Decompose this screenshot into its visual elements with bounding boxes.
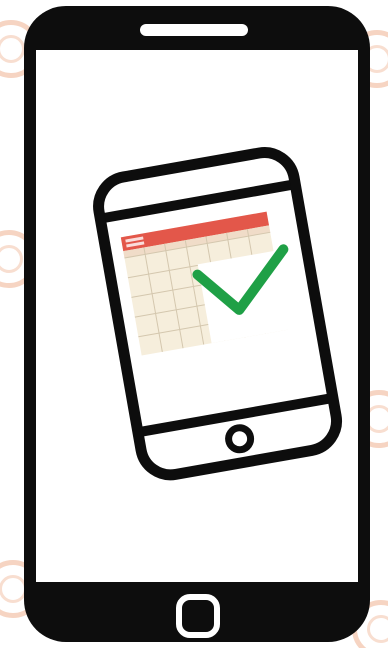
phone-illustration <box>24 6 370 642</box>
earpiece-slot <box>140 24 248 36</box>
illustration-canvas <box>0 0 388 648</box>
